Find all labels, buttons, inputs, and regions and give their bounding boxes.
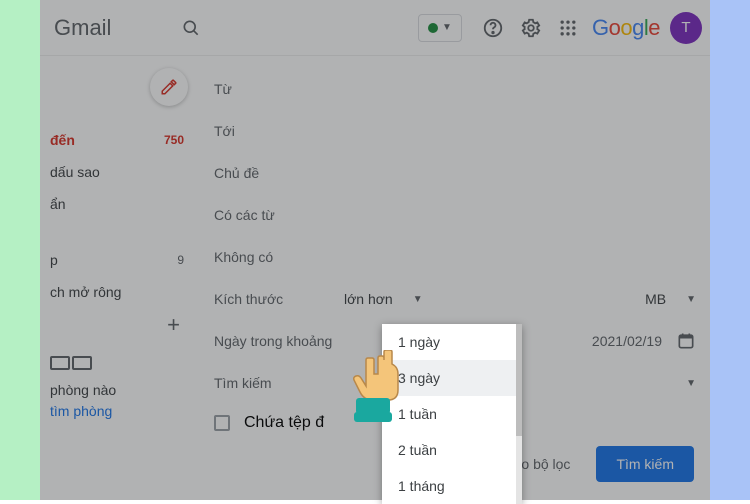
size-label: Kích thước: [214, 291, 344, 307]
rooms-text: phòng nào: [50, 380, 200, 401]
sidebar-item-more[interactable]: ch mở rông: [40, 276, 200, 308]
sidebar: đến 750 dấu sao ẩn p 9 ch mở rông + phòn…: [40, 56, 200, 500]
chevron-down-icon[interactable]: ▼: [686, 378, 696, 389]
not-have-label: Không có: [214, 249, 344, 265]
inbox-count: 750: [164, 133, 184, 147]
dropdown-option-1month[interactable]: 1 tháng: [382, 468, 522, 504]
status-dot-icon: [428, 23, 438, 33]
sidebar-item-snoozed[interactable]: ẩn: [40, 188, 200, 220]
google-logo: Google: [592, 15, 660, 41]
has-attachment-label: Chứa tệp đ: [244, 414, 324, 432]
find-room-link[interactable]: tìm phòng: [50, 401, 200, 422]
sidebar-item-starred[interactable]: dấu sao: [40, 156, 200, 188]
dropdown-option-2week[interactable]: 2 tuần: [382, 432, 522, 468]
header: Gmail ▼ Google T: [40, 0, 710, 56]
size-unit-select[interactable]: MB ▼: [645, 291, 696, 307]
add-label-button[interactable]: +: [40, 312, 200, 338]
account-avatar[interactable]: T: [670, 12, 702, 44]
size-operator-select[interactable]: lớn hơn ▼: [344, 291, 423, 307]
help-icon[interactable]: [482, 17, 504, 39]
settings-icon[interactable]: [520, 17, 542, 39]
inbox-label: đến: [50, 132, 75, 148]
apps-grid-icon[interactable]: [558, 18, 578, 38]
pointer-hand-icon: [340, 350, 412, 432]
sidebar-item-inbox[interactable]: đến 750: [40, 124, 200, 156]
chevron-down-icon: ▼: [413, 294, 423, 305]
sidebar-item-sent[interactable]: p 9: [40, 244, 200, 276]
gmail-logo: Gmail: [48, 15, 111, 41]
meet-icon: [40, 356, 200, 370]
search-icon[interactable]: [181, 18, 201, 38]
calendar-icon[interactable]: [676, 331, 696, 351]
subject-label: Chủ đề: [214, 165, 344, 181]
chevron-down-icon: ▼: [686, 294, 696, 305]
search-in-label: Tìm kiếm: [214, 375, 344, 391]
has-attachment-checkbox[interactable]: [214, 415, 230, 431]
presence-indicator[interactable]: ▼: [418, 14, 462, 42]
search-button[interactable]: Tìm kiếm: [596, 446, 694, 482]
to-label: Tới: [214, 123, 344, 139]
from-label: Từ: [214, 81, 344, 97]
chevron-down-icon: ▼: [442, 22, 452, 33]
date-range-label: Ngày trong khoảng: [214, 333, 344, 349]
compose-button[interactable]: [150, 68, 188, 106]
has-words-label: Có các từ: [214, 207, 344, 223]
date-value[interactable]: 2021/02/19: [592, 333, 662, 349]
